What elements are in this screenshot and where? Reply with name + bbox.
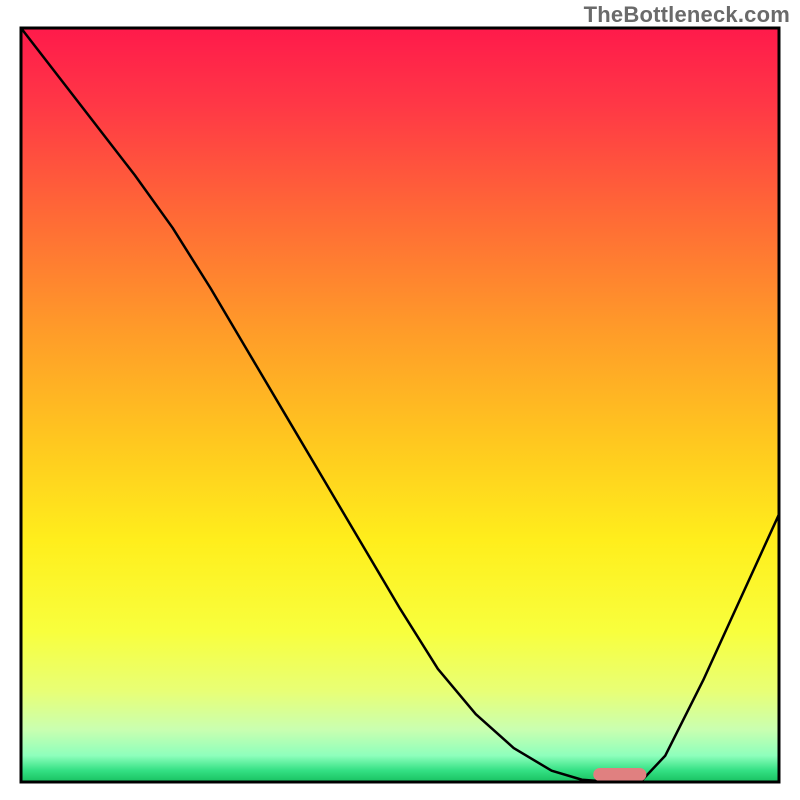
optimal-marker bbox=[593, 768, 646, 781]
gradient-background bbox=[21, 28, 779, 782]
chart-container: { "watermark": "TheBottleneck.com", "cha… bbox=[0, 0, 800, 800]
chart-svg bbox=[0, 0, 800, 800]
